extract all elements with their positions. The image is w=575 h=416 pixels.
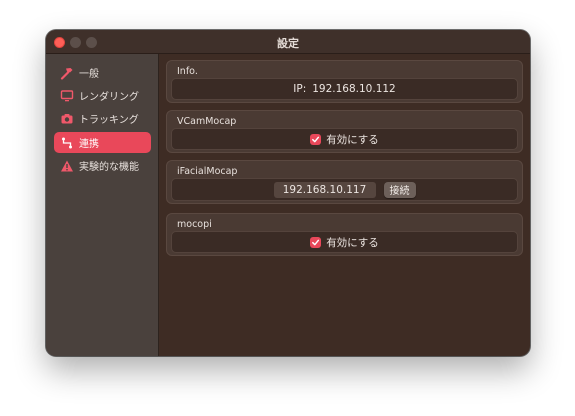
monitor-icon <box>60 89 74 103</box>
hammer-icon <box>60 66 74 80</box>
sidebar-item-label: 実験的な機能 <box>79 162 139 173</box>
connection-icon <box>60 136 74 150</box>
checkmark-icon <box>312 239 320 245</box>
ifacialmocap-ip-input[interactable]: 192.168.10.117 <box>273 181 376 198</box>
vcammocap-group-title: VCamMocap <box>177 116 237 127</box>
sidebar-item-label: 一般 <box>79 69 99 80</box>
vcammocap-enable-label[interactable]: 有効にする <box>326 132 379 147</box>
sidebar-item-integration[interactable]: 連携 <box>54 132 151 153</box>
info-group: Info. IP: 192.168.10.112 <box>166 60 523 103</box>
vcammocap-enable-checkbox[interactable] <box>310 133 322 145</box>
sidebar-item-label: トラッキング <box>79 115 139 126</box>
sidebar-item-general[interactable]: 一般 <box>54 62 151 83</box>
mocopi-enable-label[interactable]: 有効にする <box>326 235 379 250</box>
sidebar-item-label: レンダリング <box>79 92 139 103</box>
sidebar-item-experimental[interactable]: 実験的な機能 <box>54 155 151 176</box>
vcammocap-group: VCamMocap 有効にする <box>166 110 523 153</box>
mocopi-group: mocopi 有効にする <box>166 213 523 256</box>
ifacialmocap-group-title: iFacialMocap <box>177 166 238 177</box>
ip-value: 192.168.10.112 <box>312 83 396 95</box>
window-title: 設定 <box>277 37 299 50</box>
ip-label: IP: <box>293 83 307 95</box>
mocopi-group-title: mocopi <box>177 219 212 230</box>
checkmark-icon <box>312 136 320 142</box>
ifacialmocap-connect-row: 192.168.10.117 接続 <box>171 178 518 201</box>
sidebar-item-tracking[interactable]: トラッキング <box>54 108 151 129</box>
settings-content: Info. IP: 192.168.10.112 VCamMocap 有効にする… <box>159 54 530 356</box>
ip-display: IP: 192.168.10.112 <box>171 78 518 100</box>
sidebar-item-label: 連携 <box>79 139 99 150</box>
title-bar[interactable]: 設定 <box>46 30 530 54</box>
vcammocap-enable-row: 有効にする <box>171 128 518 150</box>
connect-button[interactable]: 接続 <box>383 181 416 198</box>
warning-icon <box>60 159 74 173</box>
mocopi-enable-row: 有効にする <box>171 231 518 253</box>
ifacialmocap-group: iFacialMocap 192.168.10.117 接続 <box>166 160 523 204</box>
settings-window: 設定 一般 レンダリング トラッキング 連携 実験的な機能 Info. IP: … <box>46 30 530 356</box>
camera-icon <box>60 112 74 126</box>
mocopi-enable-checkbox[interactable] <box>310 236 322 248</box>
info-group-title: Info. <box>177 66 198 77</box>
sidebar-item-rendering[interactable]: レンダリング <box>54 85 151 106</box>
sidebar: 一般 レンダリング トラッキング 連携 実験的な機能 <box>46 54 159 356</box>
